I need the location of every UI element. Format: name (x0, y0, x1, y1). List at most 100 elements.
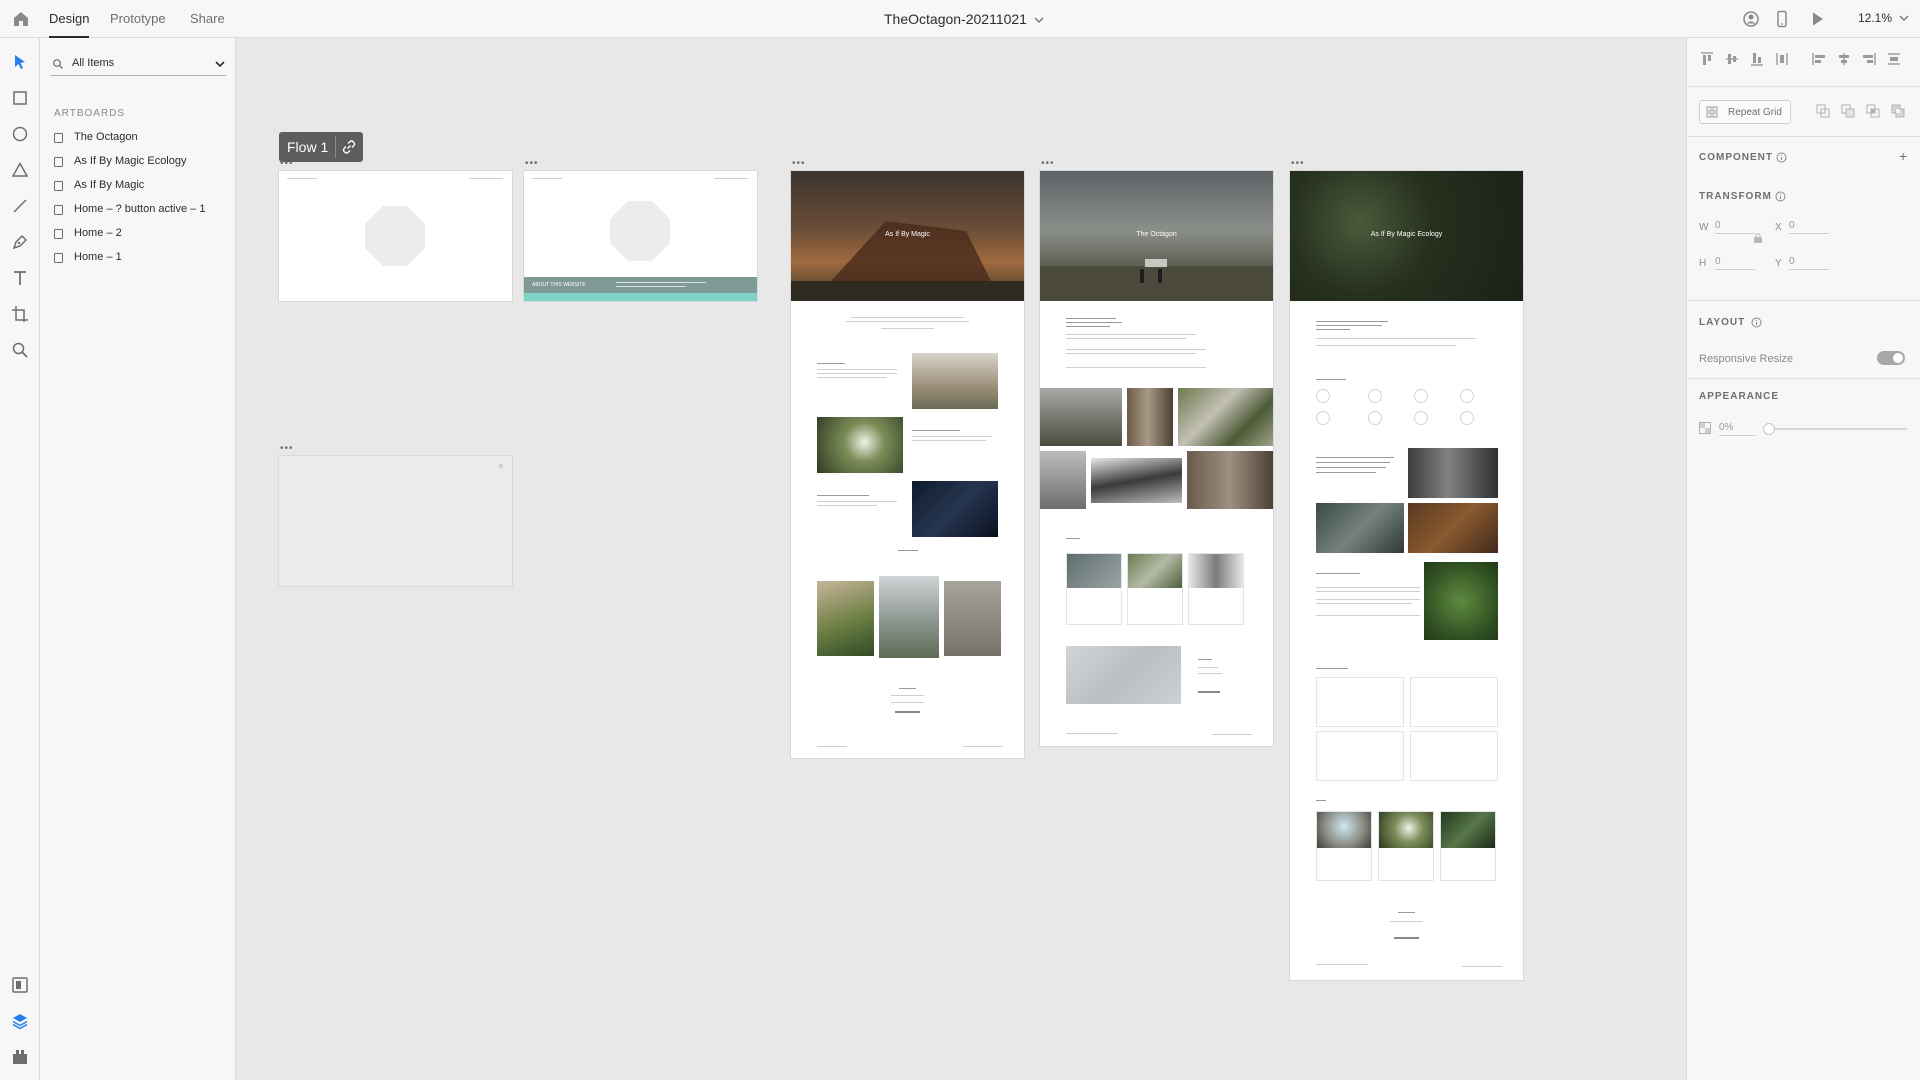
zoom-tool-icon[interactable] (10, 340, 30, 360)
x-input[interactable]: 0 (1789, 220, 1829, 234)
artboard-tool-icon[interactable] (10, 304, 30, 324)
chevron-down-icon (1899, 15, 1909, 21)
artboard-options-icon[interactable]: ••• (280, 443, 294, 454)
distribute-vertical-icon[interactable] (1774, 51, 1790, 67)
nav-placeholder (469, 178, 503, 179)
services-heading (1316, 379, 1346, 380)
boolean-exclude-icon[interactable] (1890, 103, 1906, 119)
tab-prototype[interactable]: Prototype (110, 11, 166, 26)
boolean-intersect-icon[interactable] (1865, 103, 1881, 119)
service-icon (1460, 411, 1474, 425)
align-left-icon[interactable] (1811, 51, 1827, 67)
gallery-photo (1178, 388, 1273, 446)
tab-share[interactable]: Share (190, 11, 225, 26)
link-icon[interactable] (341, 139, 357, 155)
body-text (1066, 367, 1206, 368)
how-we-work-heading (1316, 668, 1348, 669)
ellipse-tool-icon[interactable] (10, 124, 30, 144)
layer-item-home-2[interactable]: Home – 2 (54, 224, 230, 244)
artboard-the-octagon[interactable]: The Octagon (1040, 171, 1273, 746)
artboard-home-1[interactable] (279, 171, 512, 301)
contact-heading (1398, 912, 1415, 913)
info-icon[interactable] (1776, 152, 1787, 163)
layer-item-ecology[interactable]: As If By Magic Ecology (54, 152, 230, 172)
home-icon[interactable] (11, 9, 31, 29)
layer-item-as-if-by-magic[interactable]: As If By Magic (54, 176, 230, 196)
hero-title: The Octagon (1136, 231, 1177, 238)
responsive-resize-toggle[interactable] (1877, 351, 1905, 365)
repeat-grid-button[interactable]: Repeat Grid (1699, 100, 1791, 124)
layout-heading: LAYOUT (1699, 317, 1746, 328)
layer-item-the-octagon[interactable]: The Octagon (54, 128, 230, 148)
artboard-options-icon[interactable]: ••• (792, 158, 806, 169)
octagon-logo (610, 201, 670, 261)
body-text (1316, 603, 1412, 604)
event-card (1127, 553, 1183, 625)
plugins-icon[interactable] (10, 1047, 30, 1067)
lock-aspect-icon[interactable] (1753, 232, 1763, 244)
align-bottom-icon[interactable] (1749, 51, 1765, 67)
opacity-slider-track[interactable] (1767, 428, 1907, 430)
assets-icon[interactable] (10, 975, 30, 995)
line-tool-icon[interactable] (10, 196, 30, 216)
rectangle-tool-icon[interactable] (10, 88, 30, 108)
align-top-icon[interactable] (1699, 51, 1715, 67)
distribute-horizontal-icon[interactable] (1886, 51, 1902, 67)
divider (1687, 378, 1920, 379)
appearance-heading: APPEARANCE (1699, 391, 1780, 402)
layers-icon[interactable] (10, 1011, 30, 1031)
y-input[interactable]: 0 (1789, 256, 1829, 270)
opacity-input[interactable]: 0% (1719, 422, 1755, 436)
layer-filter-dropdown[interactable]: All Items (50, 52, 226, 76)
artboard-options-icon[interactable]: ••• (1041, 158, 1055, 169)
layer-item-label: As If By Magic Ecology (74, 155, 187, 167)
opacity-slider-thumb[interactable] (1763, 423, 1775, 435)
artboard-home-2[interactable]: ABOUT THIS WEBSITE (524, 171, 757, 301)
repeat-grid-icon (1706, 106, 1718, 118)
add-component-icon[interactable]: + (1899, 148, 1907, 164)
layer-item-home-1[interactable]: Home – 1 (54, 248, 230, 268)
mobile-preview-icon[interactable] (1772, 9, 1792, 29)
info-icon[interactable] (1751, 317, 1762, 328)
body-text (912, 440, 986, 441)
night-sky-photo (912, 481, 998, 537)
boolean-add-icon[interactable] (1815, 103, 1831, 119)
about-website-label: ABOUT THIS WEBSITE (532, 282, 586, 288)
body-text (1316, 615, 1420, 616)
design-canvas[interactable]: Flow 1 ••• ••• ABOUT THIS WEBSITE ••• ••… (236, 38, 1686, 1080)
artboard-icon (54, 205, 63, 215)
artboard-home-button-active[interactable] (279, 456, 512, 586)
gallery-photo (1091, 458, 1182, 503)
align-right-icon[interactable] (1861, 51, 1877, 67)
select-tool-icon[interactable] (10, 52, 30, 72)
artboard-options-icon[interactable]: ••• (1291, 158, 1305, 169)
artboard-options-icon[interactable]: ••• (525, 158, 539, 169)
height-input[interactable]: 0 (1715, 256, 1755, 270)
tab-design[interactable]: Design (49, 11, 90, 38)
blog-card (1378, 811, 1434, 881)
artboard-as-if-by-magic[interactable]: As If By Magic (791, 171, 1024, 758)
forest-floor-photo (1408, 503, 1498, 553)
quote-text (1316, 472, 1376, 473)
boolean-subtract-icon[interactable] (1840, 103, 1856, 119)
document-title[interactable]: TheOctagon-20211021 (884, 11, 1044, 27)
body-text (912, 436, 992, 437)
play-icon[interactable] (1807, 9, 1827, 29)
align-middle-icon[interactable] (1724, 51, 1740, 67)
zoom-level[interactable]: 12.1% (1858, 11, 1909, 25)
info-icon[interactable] (1775, 191, 1786, 202)
layer-item-home-button-active[interactable]: Home – ? button active – 1 (54, 200, 230, 220)
layer-item-label: Home – ? button active – 1 (74, 203, 206, 215)
section-heading (912, 430, 960, 431)
width-input[interactable]: 0 (1715, 220, 1755, 234)
text-tool-icon[interactable] (10, 268, 30, 288)
body-text (817, 369, 897, 370)
artboard-as-if-by-magic-ecology[interactable]: As If By Magic Ecology (1290, 171, 1523, 980)
polygon-tool-icon[interactable] (10, 160, 30, 180)
artboard-options-icon[interactable]: ••• (280, 158, 294, 169)
align-center-icon[interactable] (1836, 51, 1852, 67)
layer-filter-label: All Items (72, 57, 115, 69)
pen-tool-icon[interactable] (10, 232, 30, 252)
user-feedback-icon[interactable] (1741, 9, 1761, 29)
corridor-photo (1408, 448, 1498, 498)
